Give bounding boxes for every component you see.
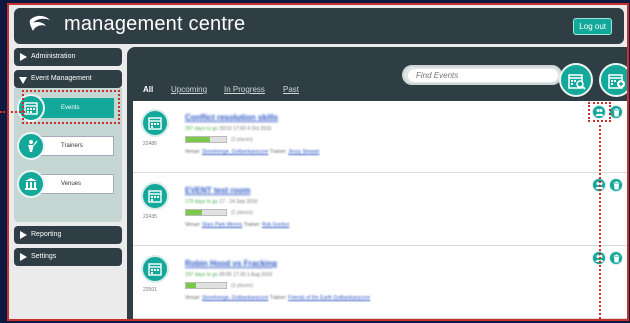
calendar-icon xyxy=(141,109,169,137)
annotation-connector xyxy=(0,111,25,113)
sidebar-item-administration[interactable]: Administration xyxy=(14,48,122,66)
trainer-link[interactable]: Jessy Stewart xyxy=(288,149,319,155)
trash-icon xyxy=(613,254,620,263)
event-title-link[interactable]: Conflict resolution skills xyxy=(185,113,278,122)
booking-progress-bar xyxy=(185,282,227,289)
trainer-label: Trainer: xyxy=(243,222,261,228)
days-to-go: 297 days to go xyxy=(185,126,218,132)
event-row[interactable]: 22435 EVENT test room 179 days to go 17 … xyxy=(133,174,627,246)
event-datetime: 09:00 17:30 1 Aug 2016 xyxy=(219,272,273,278)
subitem-label: Venues xyxy=(61,181,82,187)
event-meta: Venue: Stars Park Mirrors Trainer: Rob G… xyxy=(185,222,289,228)
event-row[interactable]: 22501 Robin Hood vs Fracking 197 days to… xyxy=(133,247,627,319)
event-datetime: 20/10 17:00 4 Oct 2016 xyxy=(219,126,272,132)
sidebar-item-reporting[interactable]: Reporting xyxy=(14,226,122,244)
venue-label: Venue: xyxy=(185,222,201,228)
event-title-link[interactable]: Robin Hood vs Fracking xyxy=(185,259,277,268)
event-meta: Venue: Stonehenge, Gotbankanscore Traine… xyxy=(185,149,319,155)
sidebar-item-label: Administration xyxy=(31,53,76,60)
sidebar: Administration Event Management Events T… xyxy=(14,48,122,270)
search-input[interactable] xyxy=(408,69,558,82)
trash-icon xyxy=(613,108,620,117)
delete-event-button[interactable] xyxy=(609,251,623,265)
event-datetime: 17 - 14 Sep 2016 xyxy=(219,199,258,205)
event-schedule: 197 days to go 09:00 17:30 1 Aug 2016 xyxy=(185,272,272,278)
venue-link[interactable]: Stonehenge, Gotbankanscore xyxy=(202,295,268,301)
event-meta: Venue: Stonehenge, Gotbankanscore Traine… xyxy=(185,295,370,301)
sidebar-item-label: Reporting xyxy=(31,231,62,238)
places-text: (2 places) xyxy=(231,210,253,216)
logout-button[interactable]: Log out xyxy=(573,18,612,35)
sidebar-item-label: Settings xyxy=(31,253,57,260)
subitem-label: Trainers xyxy=(61,143,83,149)
booking-progress-bar xyxy=(185,136,227,143)
app-frame: management centre Log out Administration… xyxy=(7,3,629,321)
trash-icon xyxy=(613,181,620,190)
highlight-box-action xyxy=(588,102,611,122)
calendar-search-icon xyxy=(568,74,586,90)
event-title-link[interactable]: EVENT test room xyxy=(185,186,250,195)
event-schedule: 297 days to go 20/10 17:00 4 Oct 2016 xyxy=(185,126,271,132)
logo-icon xyxy=(29,15,50,31)
tab-in-progress[interactable]: In Progress xyxy=(224,85,265,94)
chevron-right-icon xyxy=(20,53,27,61)
event-id: 22501 xyxy=(143,287,157,293)
trainer-label: Trainer: xyxy=(269,149,287,155)
event-id: 22486 xyxy=(143,141,157,147)
venue-label: Venue: xyxy=(185,295,201,301)
annotation-connector xyxy=(599,125,601,319)
delete-event-button[interactable] xyxy=(609,105,623,119)
event-id: 22435 xyxy=(143,214,157,220)
search-box xyxy=(402,65,562,85)
main-panel: All Upcoming In Progress Past 22486 Conf… xyxy=(127,47,627,319)
calendar-search-button[interactable] xyxy=(559,63,593,97)
venue-link[interactable]: Stonehenge, Gotbankanscore xyxy=(202,149,268,155)
event-management-submenu: Events Trainers Venues xyxy=(14,88,122,222)
sidebar-item-label: Event Management xyxy=(31,75,92,82)
days-to-go: 197 days to go xyxy=(185,272,218,278)
sidebar-item-settings[interactable]: Settings xyxy=(14,248,122,266)
trainer-link[interactable]: Rob Gordon xyxy=(262,222,289,228)
tab-all[interactable]: All xyxy=(143,85,153,94)
places-text: (3 places) xyxy=(231,137,253,143)
chevron-right-icon xyxy=(20,231,27,239)
add-event-button[interactable] xyxy=(599,63,627,97)
calendar-add-icon xyxy=(608,74,625,89)
calendar-icon xyxy=(141,255,169,283)
progress-fill xyxy=(186,137,210,142)
highlight-box-events xyxy=(22,90,120,124)
top-bar: management centre Log out xyxy=(14,8,624,44)
delete-event-button[interactable] xyxy=(609,178,623,192)
calendar-icon xyxy=(141,182,169,210)
days-to-go: 179 days to go xyxy=(185,199,218,205)
event-list: 22486 Conflict resolution skills 297 day… xyxy=(133,101,627,319)
tab-upcoming[interactable]: Upcoming xyxy=(171,85,207,94)
progress-fill xyxy=(186,283,196,288)
event-schedule: 179 days to go 17 - 14 Sep 2016 xyxy=(185,199,258,205)
venue-label: Venue: xyxy=(185,149,201,155)
venue-icon xyxy=(17,170,45,198)
brand-title: management centre xyxy=(64,13,246,35)
places-text: (3 places) xyxy=(231,283,253,289)
sidebar-item-event-management[interactable]: Event Management xyxy=(14,70,122,88)
venue-link[interactable]: Stars Park Mirrors xyxy=(202,222,242,228)
event-row[interactable]: 22486 Conflict resolution skills 297 day… xyxy=(133,101,627,173)
chevron-down-icon xyxy=(19,77,27,84)
trainer-link[interactable]: Friends of the Earth Gotbankanscore xyxy=(288,295,370,301)
trainer-icon xyxy=(17,132,45,160)
booking-progress-bar xyxy=(185,209,227,216)
progress-fill xyxy=(186,210,202,215)
tab-past[interactable]: Past xyxy=(283,85,299,94)
chevron-right-icon xyxy=(20,253,27,261)
trainer-label: Trainer: xyxy=(269,295,287,301)
